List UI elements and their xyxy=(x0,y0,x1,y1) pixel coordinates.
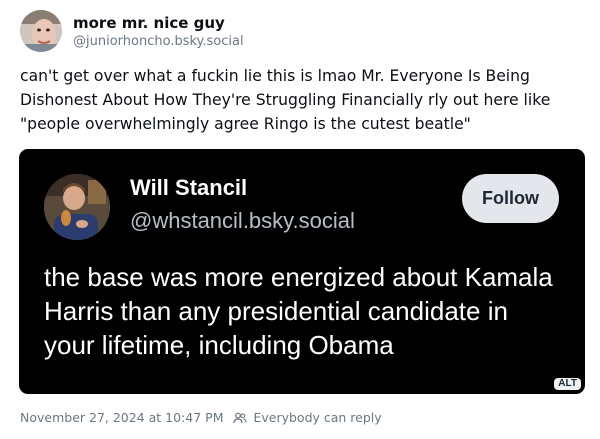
post-footer: November 27, 2024 at 10:47 PM Everybody … xyxy=(20,409,382,427)
people-icon xyxy=(233,411,248,430)
embedded-image[interactable]: Will Stancil @whstancil.bsky.social Foll… xyxy=(19,149,585,394)
embedded-author-name: Will Stancil xyxy=(130,175,248,200)
embedded-follow-button: Follow xyxy=(462,174,559,223)
post-timestamp[interactable]: November 27, 2024 at 10:47 PM xyxy=(20,409,224,427)
embedded-author-handle: @whstancil.bsky.social xyxy=(130,208,355,233)
author-avatar[interactable] xyxy=(20,10,62,52)
post-body-text: can't get over what a fuckin lie this is… xyxy=(20,67,551,133)
embedded-avatar-icon xyxy=(44,174,110,240)
embedded-post-text: the base was more energized about Kamala… xyxy=(44,262,553,360)
reply-setting-label[interactable]: Everybody can reply xyxy=(253,409,381,427)
post-header: more mr. nice guy @juniorhoncho.bsky.soc… xyxy=(20,10,580,54)
author-handle[interactable]: @juniorhoncho.bsky.social xyxy=(73,34,244,50)
author-display-name[interactable]: more mr. nice guy xyxy=(73,14,225,32)
user-avatar-icon xyxy=(20,10,62,52)
alt-text-badge[interactable]: ALT xyxy=(554,378,581,390)
embedded-author-avatar xyxy=(44,174,110,240)
